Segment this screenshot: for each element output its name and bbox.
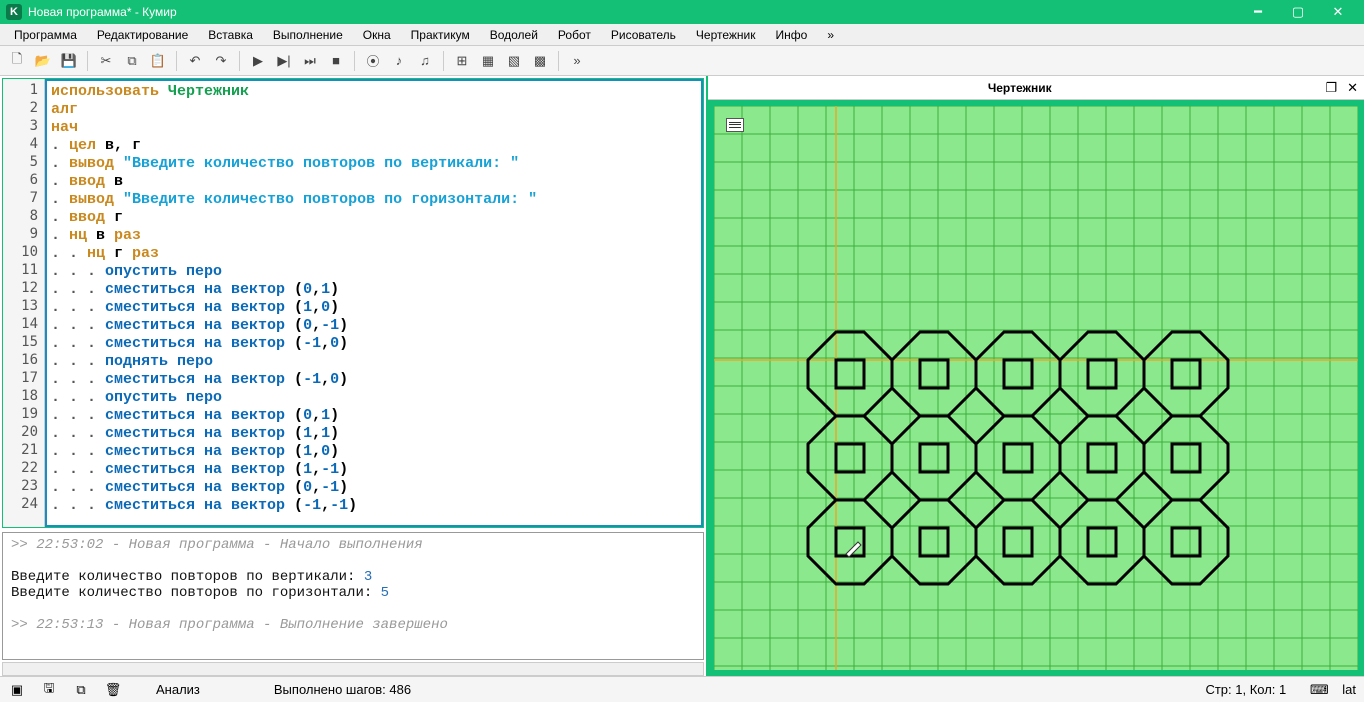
menu-item[interactable]: Водолей (482, 26, 546, 44)
menu-item[interactable]: Чертежник (688, 26, 764, 44)
status-icon-1[interactable]: ▣ (8, 681, 26, 699)
copy-button[interactable]: ⧉ (121, 50, 143, 72)
status-keyboard-icon[interactable]: ⌨ (1310, 681, 1328, 699)
app-logo-icon: K (6, 4, 22, 20)
menu-item[interactable]: Робот (550, 26, 599, 44)
drawer-panel-header: Чертежник ❐ ✕ (708, 76, 1364, 100)
menu-item[interactable]: Программа (6, 26, 85, 44)
menu-item[interactable]: Рисователь (603, 26, 684, 44)
canvas-menu-icon[interactable] (726, 118, 744, 132)
status-steps: Выполнено шагов: 486 (274, 682, 411, 697)
toggle-2-button[interactable]: ♪ (388, 50, 410, 72)
line-gutter: 123456789101112131415161718192021222324 (3, 79, 45, 527)
menu-item[interactable]: Выполнение (265, 26, 351, 44)
output-console[interactable]: >> 22:53:02 - Новая программа - Начало в… (2, 532, 704, 660)
menu-item[interactable]: Вставка (200, 26, 261, 44)
menu-item[interactable]: Практикум (403, 26, 478, 44)
minimize-button[interactable]: ━ (1238, 0, 1278, 24)
horizontal-scrollbar[interactable] (2, 662, 704, 676)
drawer-panel-title: Чертежник (714, 81, 1325, 95)
code-area[interactable]: использовать Чертежник алг нач . цел в, … (45, 79, 703, 527)
more-button[interactable]: » (566, 50, 588, 72)
paste-button[interactable]: 📋 (147, 50, 169, 72)
maximize-button[interactable]: ▢ (1278, 0, 1318, 24)
cut-button[interactable]: ✂ (95, 50, 117, 72)
status-trash-icon[interactable]: 🗑 (104, 681, 122, 699)
step-button[interactable]: ▶| (273, 50, 295, 72)
status-copy-icon[interactable]: ⧉ (72, 681, 90, 699)
window-title: Новая программа* - Кумир (28, 5, 1238, 19)
status-analysis: Анализ (156, 682, 200, 697)
view-3-button[interactable]: ▧ (503, 50, 525, 72)
menu-item[interactable]: » (819, 26, 842, 44)
save-button[interactable]: 💾 (58, 50, 80, 72)
status-lang: lat (1342, 682, 1356, 697)
redo-button[interactable]: ↷ (210, 50, 232, 72)
status-save-icon[interactable]: 🖫 (40, 681, 58, 699)
status-bar: ▣ 🖫 ⧉ 🗑 Анализ Выполнено шагов: 486 Стр:… (0, 676, 1364, 702)
toggle-3-button[interactable]: ♫ (414, 50, 436, 72)
menu-item[interactable]: Редактирование (89, 26, 196, 44)
drawing-canvas-frame (708, 100, 1364, 676)
menu-item[interactable]: Инфо (768, 26, 816, 44)
toggle-1-button[interactable]: ⦿ (362, 50, 384, 72)
file-new-button[interactable]: 🗋 (6, 50, 28, 72)
window-titlebar: K Новая программа* - Кумир ━ ▢ ✕ (0, 0, 1364, 24)
view-4-button[interactable]: ▩ (529, 50, 551, 72)
run-button[interactable]: ▶ (247, 50, 269, 72)
status-cursor-pos: Стр: 1, Кол: 1 (1205, 682, 1286, 697)
menu-item[interactable]: Окна (355, 26, 399, 44)
view-2-button[interactable]: ▦ (477, 50, 499, 72)
stop-button[interactable]: ■ (325, 50, 347, 72)
undo-button[interactable]: ↶ (184, 50, 206, 72)
code-editor[interactable]: 123456789101112131415161718192021222324 … (2, 78, 704, 528)
menu-bar: ПрограммаРедактированиеВставкаВыполнение… (0, 24, 1364, 46)
step-over-button[interactable]: ⏭ (299, 50, 321, 72)
toolbar: 🗋📂💾 ✂⧉📋 ↶↷ ▶▶|⏭■ ⦿♪♫ ⊞▦▧▩ » (0, 46, 1364, 76)
drawing-canvas[interactable] (714, 106, 1358, 670)
panel-close-icon[interactable]: ✕ (1347, 80, 1358, 96)
close-button[interactable]: ✕ (1318, 0, 1358, 24)
folder-open-button[interactable]: 📂 (32, 50, 54, 72)
panel-restore-icon[interactable]: ❐ (1325, 80, 1337, 96)
view-1-button[interactable]: ⊞ (451, 50, 473, 72)
